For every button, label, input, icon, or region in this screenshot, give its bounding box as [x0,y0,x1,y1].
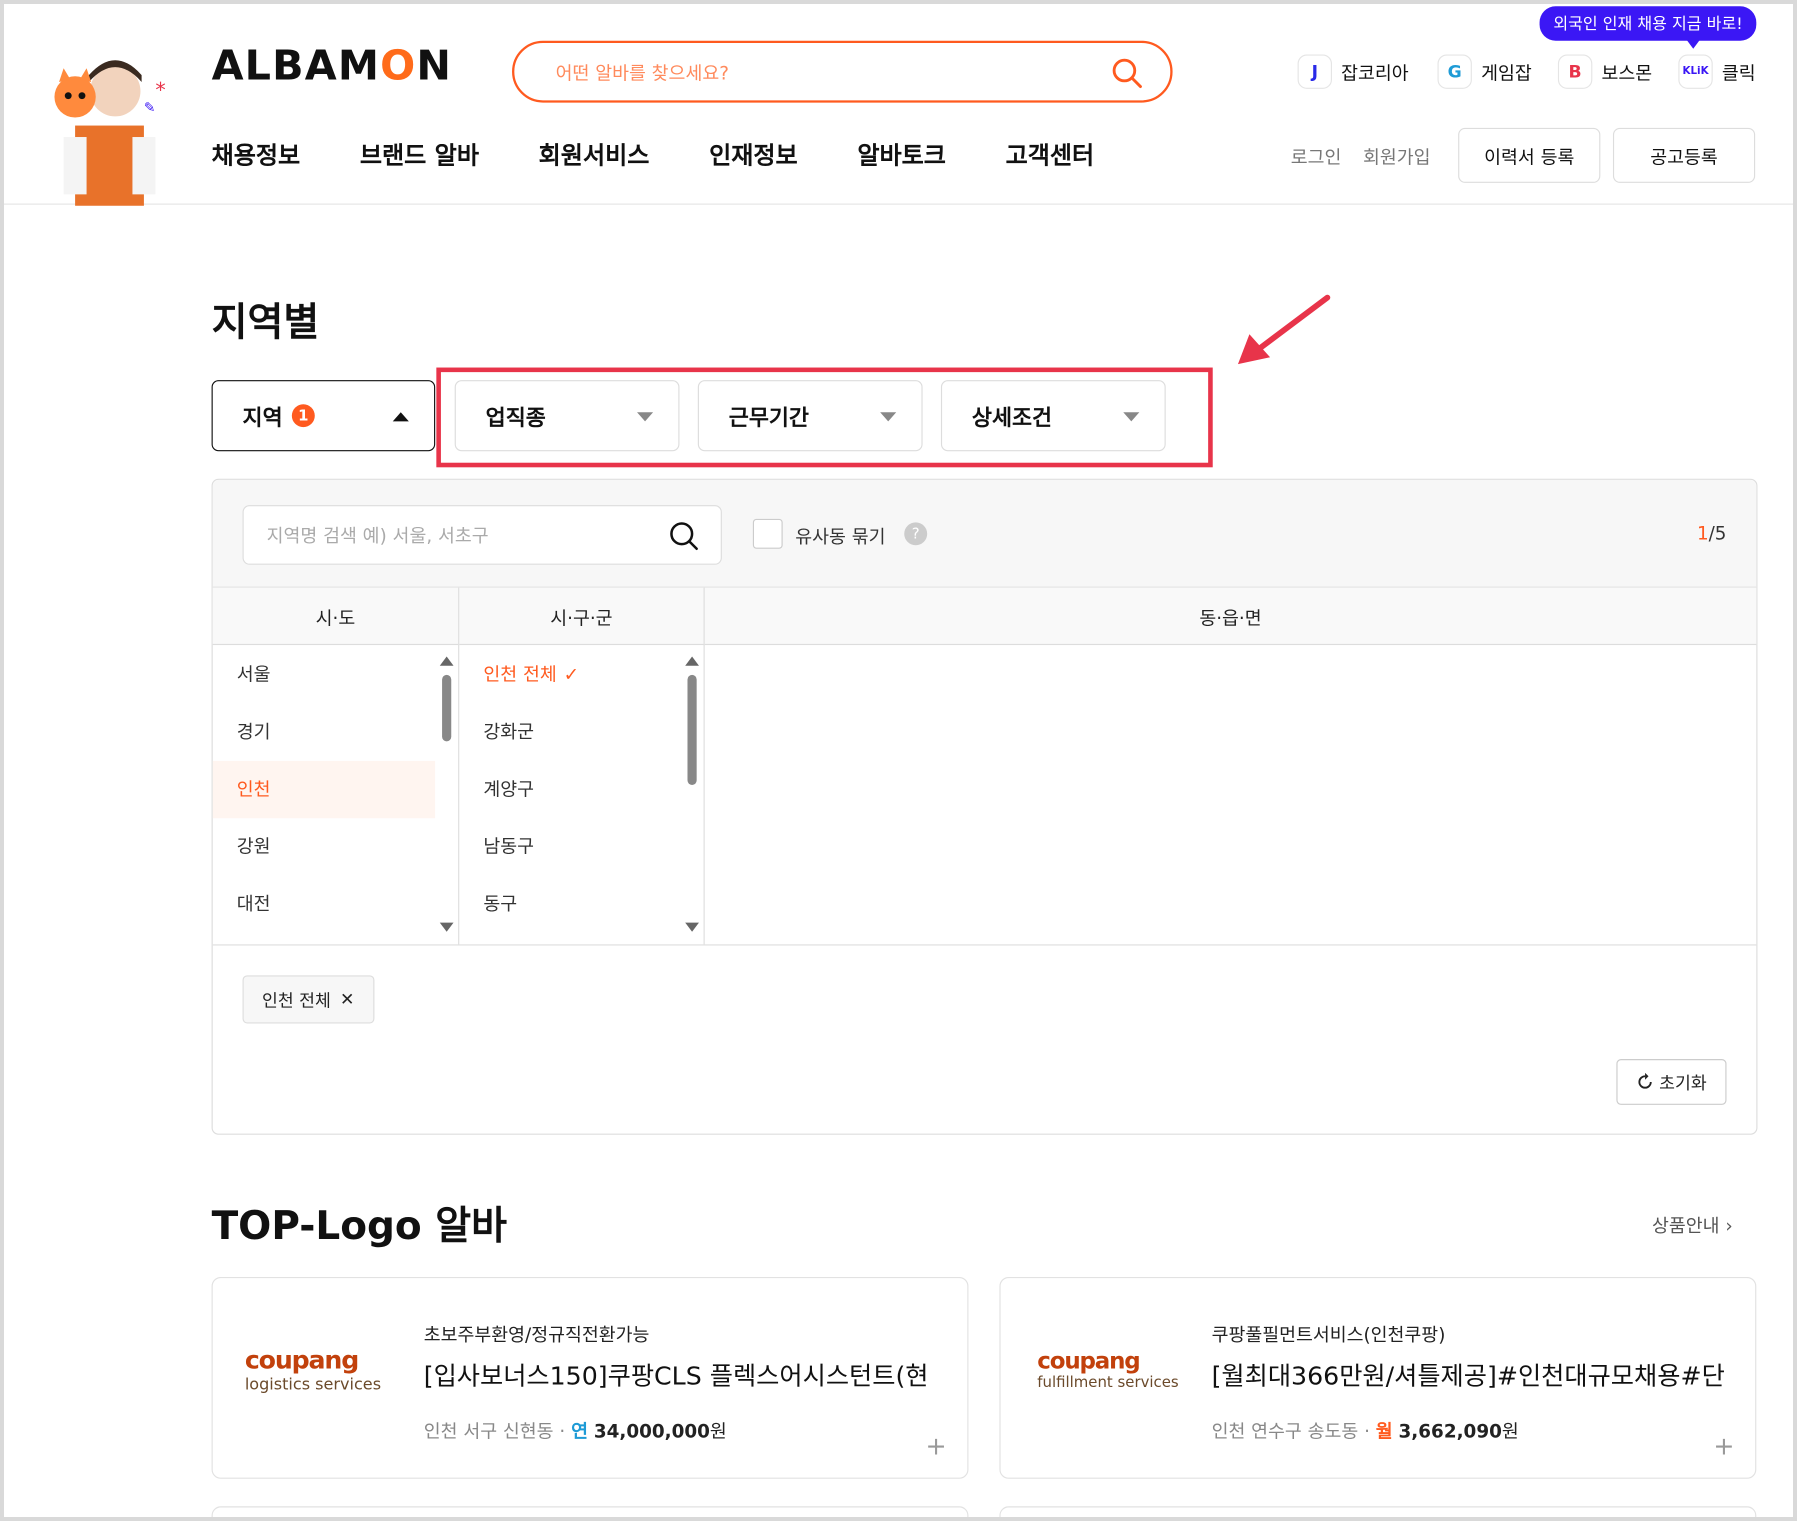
scroll-down-icon[interactable] [685,922,699,932]
sigungu-item[interactable]: 동구 [459,876,681,933]
jobkorea-icon: J [1297,54,1332,89]
sigungu-list: 인천 전체 ✓ 강화군 계양구 남동구 동구 [459,646,681,944]
sido-scrollbar[interactable] [439,656,454,939]
albamon-logo[interactable]: ALBAMON [212,43,452,90]
main-nav: 채용정보 브랜드 알바 회원서비스 인재정보 알바토크 고객센터 [212,137,1154,171]
family-site-jobkorea[interactable]: J 잡코리아 [1297,54,1409,89]
bossmon-icon: B [1557,54,1593,89]
sigungu-item[interactable]: 남동구 [459,818,681,875]
job-title[interactable]: [월최대366만원/셔틀제공]#인천대규모채용#단 [1212,1356,1728,1393]
signup-link[interactable]: 회원가입 [1363,142,1431,170]
annotation-arrow-icon [1237,294,1331,365]
top-logo-title: TOP-Logo 알바 [211,1203,508,1250]
col-header-sido: 시·도 [212,587,459,646]
reset-button[interactable]: 초기화 [1616,1059,1727,1105]
column-divider [703,587,705,945]
sido-item[interactable]: 경기 [213,704,435,761]
plus-icon[interactable]: + [926,1433,947,1462]
chevron-right-icon: › [1725,1215,1733,1237]
scroll-thumb[interactable] [687,674,697,785]
family-site-gamejob[interactable]: G 게임잡 [1437,54,1532,89]
nav-jobs[interactable]: 채용정보 [212,137,301,171]
region-panel-toolbar: 유사동 묶기 ? 1/5 [212,479,1757,588]
product-guide-link[interactable]: 상품안내 › [1652,1210,1733,1238]
scroll-up-icon[interactable] [685,656,699,666]
post-job-button[interactable]: 공고등록 [1612,127,1756,183]
help-icon[interactable]: ? [904,522,928,546]
tab-region[interactable]: 지역 1 [211,380,436,452]
job-card-partial[interactable] [999,1506,1757,1517]
main-search-input[interactable] [555,56,1084,89]
company-logo: coupang logistics services [244,1346,382,1394]
selection-count: 1/5 [1696,522,1727,545]
company-name: 쿠팡풀필먼트서비스(인천쿠팡) [1211,1323,1446,1346]
family-site-bossmon[interactable]: B 보스몬 [1557,54,1652,89]
sigungu-item[interactable]: 계양구 [459,761,681,818]
divider [212,944,1757,946]
page-frame: * ✎ ALBAMON 외국인 인재 채용 지금 바로! J 잡코리아 G 게임… [4,4,1793,1517]
region-panel: 유사동 묶기 ? 1/5 시·도 시·구·군 동·읍·면 서울 경기 인천 강원… [211,478,1758,1135]
job-meta: 인천 서구 신현동 · 연 34,000,000원 [423,1420,727,1443]
region-count-badge: 1 [291,404,315,428]
foreign-talent-bubble[interactable]: 외국인 인재 채용 지금 바로! [1539,6,1757,49]
gamejob-icon: G [1437,54,1472,89]
sido-item-selected[interactable]: 인천 [212,760,436,819]
family-site-klik[interactable]: KLiK 클릭 [1678,54,1756,89]
close-icon[interactable]: ✕ [340,989,354,1010]
job-card[interactable]: coupang logistics services 초보주부환영/정규직전환가… [211,1276,969,1479]
scroll-up-icon[interactable] [439,656,454,666]
similar-dong-label: 유사동 묶기 [795,525,886,548]
region-search [242,505,722,565]
company-logo: coupang fulfillment services [1037,1346,1179,1392]
search-icon[interactable] [1111,57,1143,89]
job-card[interactable]: coupang fulfillment services 쿠팡풀필먼트서비스(인… [999,1276,1757,1479]
selected-region-chip: 인천 전체 ✕ [242,975,374,1024]
scroll-thumb[interactable] [442,674,452,742]
svg-text:✎: ✎ [144,100,156,116]
sigungu-item-selected[interactable]: 인천 전체 ✓ [459,646,681,703]
company-name: 초보주부환영/정규직전환가능 [423,1323,650,1346]
resume-register-button[interactable]: 이력서 등록 [1458,127,1601,183]
job-card-partial[interactable] [211,1506,969,1517]
nav-member-service[interactable]: 회원서비스 [539,137,650,171]
sido-list: 서울 경기 인천 강원 대전 [212,646,436,944]
page-title: 지역별 [211,299,320,346]
header: * ✎ ALBAMON 외국인 인재 채용 지금 바로! J 잡코리아 G 게임… [4,4,1793,206]
job-meta: 인천 연수구 송도동 · 월 3,662,090원 [1211,1420,1519,1443]
plus-icon[interactable]: + [1713,1433,1734,1462]
login-link[interactable]: 로그인 [1291,142,1342,170]
sido-item[interactable]: 대전 [213,876,435,933]
sigungu-item[interactable]: 강화군 [459,704,681,761]
nav-brand-alba[interactable]: 브랜드 알바 [360,137,479,171]
mascot-illustration: * ✎ [54,60,166,206]
klik-icon: KLiK [1678,54,1713,89]
region-search-input[interactable] [266,520,657,550]
sigungu-scrollbar[interactable] [685,656,699,939]
highlight-box [436,367,1213,468]
sido-item[interactable]: 강원 [213,818,435,875]
col-header-dong: 동·읍·면 [704,587,1757,646]
check-icon: ✓ [563,663,579,686]
refresh-icon [1638,1072,1653,1089]
nav-customer-center[interactable]: 고객센터 [1006,137,1095,171]
col-header-sigungu: 시·구·군 [459,587,704,646]
similar-dong-checkbox[interactable] [752,518,783,549]
nav-albatalk[interactable]: 알바토크 [857,137,946,171]
caret-up-icon [392,412,409,422]
svg-text:*: * [155,78,165,102]
sido-item[interactable]: 서울 [213,646,435,703]
job-title[interactable]: [입사보너스150]쿠팡CLS 플렉스어시스턴트(현 [424,1356,940,1393]
scroll-down-icon[interactable] [439,922,454,932]
search-icon[interactable] [668,520,700,552]
nav-talent[interactable]: 인재정보 [709,137,798,171]
main-search-bar [512,40,1173,103]
